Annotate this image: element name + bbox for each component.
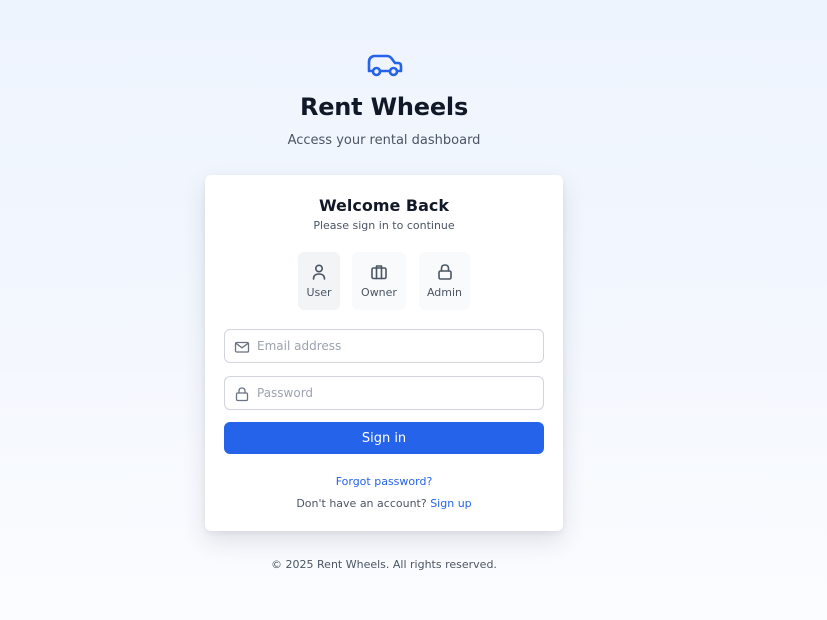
email-input[interactable] <box>257 330 537 362</box>
car-icon <box>367 54 403 77</box>
sign-up-link[interactable]: Sign up <box>430 497 471 510</box>
user-icon <box>312 264 326 280</box>
app-title: Rent Wheels <box>299 93 469 121</box>
app-subtitle: Access your rental dashboard <box>287 133 481 148</box>
email-field[interactable] <box>224 329 544 363</box>
signup-row: Don't have an account? Sign up <box>205 497 563 510</box>
lock-icon <box>235 387 249 402</box>
sign-in-button[interactable]: Sign in <box>224 422 544 454</box>
forgot-password-link[interactable]: Forgot password? <box>205 475 563 488</box>
mail-icon <box>234 341 250 353</box>
role-owner-label: Owner <box>361 286 397 299</box>
lock-icon <box>437 264 452 280</box>
password-field[interactable] <box>224 376 544 410</box>
footer-copyright: © 2025 Rent Wheels. All rights reserved. <box>271 558 497 571</box>
briefcase-icon <box>371 265 387 280</box>
role-user-label: User <box>306 286 332 299</box>
role-user-button[interactable]: User <box>298 252 340 310</box>
signup-prompt: Don't have an account? <box>296 497 427 510</box>
card-subtitle: Please sign in to continue <box>313 219 455 232</box>
role-admin-label: Admin <box>426 286 463 299</box>
role-admin-button[interactable]: Admin <box>419 252 470 310</box>
password-input[interactable] <box>257 377 537 409</box>
role-owner-button[interactable]: Owner <box>352 252 406 310</box>
login-card: Welcome Back Please sign in to continue … <box>205 175 563 531</box>
card-title: Welcome Back <box>318 196 450 215</box>
